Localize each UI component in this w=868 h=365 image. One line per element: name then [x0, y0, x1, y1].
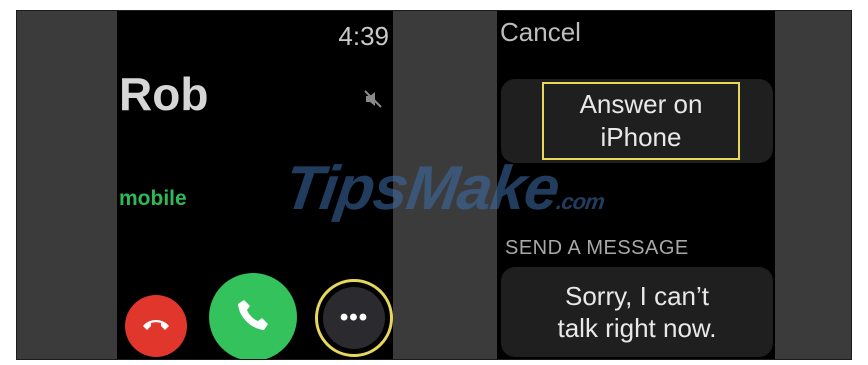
more-options-button[interactable]: •••	[323, 287, 385, 349]
screenshot-frame: 4:39 Rob mobile ••• Cancel Answer on iPh…	[16, 10, 852, 360]
more-options-highlight: •••	[315, 279, 393, 357]
answer-on-iphone-button[interactable]: Answer on iPhone	[542, 82, 740, 160]
send-message-header: SEND A MESSAGE	[505, 237, 689, 259]
cancel-button[interactable]: Cancel	[500, 17, 581, 48]
ellipsis-icon: •••	[339, 304, 369, 331]
clock-time: 4:39	[338, 21, 389, 51]
caller-name: Rob	[119, 68, 209, 120]
phone-icon	[233, 295, 273, 340]
caller-label: mobile	[119, 187, 187, 210]
quick-reply-message[interactable]: Sorry, I can’t talk right now.	[501, 267, 773, 357]
incoming-call-screen: 4:39 Rob mobile •••	[117, 11, 393, 359]
accept-button[interactable]	[209, 273, 297, 359]
call-options-screen: Cancel Answer on iPhone SEND A MESSAGE S…	[497, 11, 775, 359]
answer-on-iphone-card[interactable]: Answer on iPhone	[501, 79, 773, 163]
phone-hangup-icon	[141, 316, 171, 337]
mute-speaker-icon[interactable]	[363, 89, 383, 109]
decline-button[interactable]	[125, 295, 187, 357]
